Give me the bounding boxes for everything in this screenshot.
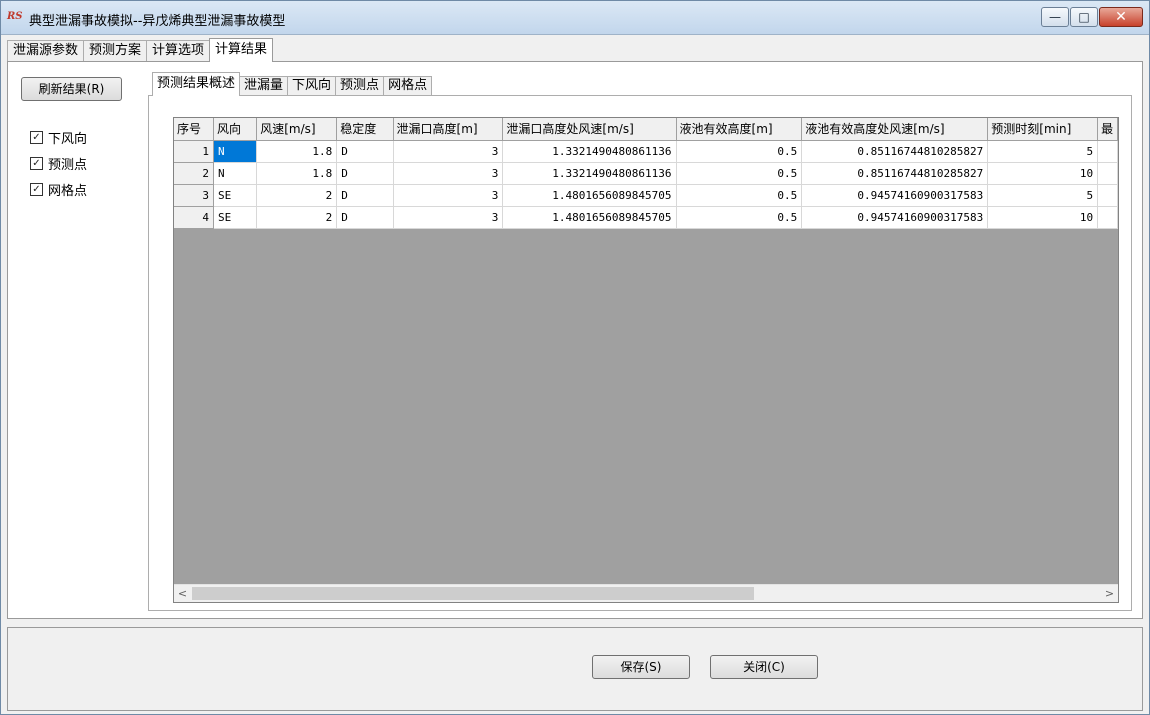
checkbox-checked-icon[interactable]: ✓ (30, 130, 43, 144)
column-header-wind-direction[interactable]: 风向 (213, 118, 258, 141)
column-header-pool-height[interactable]: 液池有效高度[m] (676, 118, 803, 141)
checkbox-label: 下风向 (48, 131, 88, 147)
pool-height-wind-speed-cell[interactable]: 0.85116744810285827 (801, 140, 989, 163)
prediction-time-cell[interactable]: 10 (987, 206, 1099, 229)
truncated-cell[interactable] (1097, 162, 1118, 185)
stability-cell[interactable]: D (336, 140, 394, 163)
results-data-grid[interactable]: 序号 风向 风速[m/s] 稳定度 泄漏口高度[m] 泄漏口高度处风速[m/s]… (173, 117, 1119, 603)
leak-height-wind-speed-cell[interactable]: 1.4801656089845705 (502, 184, 677, 207)
pool-height-wind-speed-cell[interactable]: 0.85116744810285827 (801, 162, 989, 185)
prediction-time-cell[interactable]: 5 (987, 184, 1099, 207)
pool-height-wind-speed-cell[interactable]: 0.94574160900317583 (801, 184, 989, 207)
leak-height-cell[interactable]: 3 (393, 162, 504, 185)
checkbox-prediction-points[interactable]: ✓ 预测点 (30, 150, 87, 176)
window-title: 典型泄漏事故模拟--异戊烯典型泄漏事故模型 (29, 14, 286, 29)
prediction-time-cell[interactable]: 5 (987, 140, 1099, 163)
row-index-cell[interactable]: 3 (174, 184, 214, 207)
column-header-leak-height[interactable]: 泄漏口高度[m] (393, 118, 504, 141)
maximize-icon: □ (1078, 10, 1090, 24)
column-header-index[interactable]: 序号 (174, 118, 214, 141)
close-icon: ✕ (1115, 9, 1127, 25)
stability-cell[interactable]: D (336, 162, 394, 185)
truncated-cell[interactable] (1097, 184, 1118, 207)
leak-height-wind-speed-cell[interactable]: 1.3321490480861136 (502, 140, 677, 163)
footer-panel: 保存(S) 关闭(C) (7, 627, 1143, 711)
checkbox-checked-icon[interactable]: ✓ (30, 156, 43, 170)
overview-panel: 序号 风向 风速[m/s] 稳定度 泄漏口高度[m] 泄漏口高度处风速[m/s]… (148, 95, 1132, 611)
checkbox-downwind[interactable]: ✓ 下风向 (30, 124, 87, 150)
stability-cell[interactable]: D (336, 206, 394, 229)
checkbox-grid-points[interactable]: ✓ 网格点 (30, 176, 87, 202)
pool-height-cell[interactable]: 0.5 (676, 184, 803, 207)
row-index-cell[interactable]: 1 (174, 140, 214, 163)
row-index-cell[interactable]: 4 (174, 206, 214, 229)
truncated-cell[interactable] (1097, 206, 1118, 229)
checkbox-checked-icon[interactable]: ✓ (30, 182, 43, 196)
pool-height-wind-speed-cell[interactable]: 0.94574160900317583 (801, 206, 989, 229)
column-header-stability[interactable]: 稳定度 (336, 118, 394, 141)
minimize-icon: — (1049, 10, 1061, 24)
maximize-button[interactable]: □ (1070, 7, 1098, 27)
wind-speed-cell[interactable]: 1.8 (256, 162, 338, 185)
scrollbar-thumb[interactable] (192, 587, 754, 600)
tab-result-overview[interactable]: 预测结果概述 (152, 72, 241, 96)
results-panel: 刷新结果(R) ✓ 下风向 ✓ 预测点 ✓ 网格点 预测结果概述 泄漏量 下风向… (7, 61, 1143, 619)
truncated-cell[interactable] (1097, 140, 1118, 163)
stability-cell[interactable]: D (336, 184, 394, 207)
tab-calc-options[interactable]: 计算选项 (146, 40, 211, 62)
pool-height-cell[interactable]: 0.5 (676, 140, 803, 163)
column-header-pool-height-wind-speed[interactable]: 液池有效高度处风速[m/s] (801, 118, 989, 141)
close-window-button[interactable]: ✕ (1099, 7, 1143, 27)
results-table: 序号 风向 风速[m/s] 稳定度 泄漏口高度[m] 泄漏口高度处风速[m/s]… (174, 118, 1118, 229)
title-bar[interactable]: RS 典型泄漏事故模拟--异戊烯典型泄漏事故模型 — □ ✕ (1, 1, 1149, 35)
tab-grid-points[interactable]: 网格点 (383, 76, 433, 96)
main-tab-bar: 泄漏源参数 预测方案 计算选项 计算结果 (7, 38, 274, 62)
wind-direction-cell[interactable]: N (213, 162, 258, 185)
app-window: RS 典型泄漏事故模拟--异戊烯典型泄漏事故模型 — □ ✕ 泄漏源参数 预测方… (0, 0, 1150, 715)
prediction-time-cell[interactable]: 10 (987, 162, 1099, 185)
table-row[interactable]: 1 N 1.8 D 3 1.3321490480861136 0.5 0.851… (174, 140, 1118, 163)
scroll-left-icon[interactable]: < (174, 585, 191, 602)
result-filter-checkboxes: ✓ 下风向 ✓ 预测点 ✓ 网格点 (30, 124, 87, 202)
pool-height-cell[interactable]: 0.5 (676, 162, 803, 185)
tab-downwind[interactable]: 下风向 (287, 76, 337, 96)
refresh-results-button[interactable]: 刷新结果(R) (21, 77, 122, 101)
horizontal-scrollbar[interactable]: < > (174, 584, 1118, 602)
row-index-cell[interactable]: 2 (174, 162, 214, 185)
checkbox-label: 网格点 (48, 183, 88, 199)
leak-height-cell[interactable]: 3 (393, 140, 504, 163)
tab-calc-results[interactable]: 计算结果 (209, 38, 274, 62)
window-controls: — □ ✕ (1040, 7, 1143, 27)
table-row[interactable]: 3 SE 2 D 3 1.4801656089845705 0.5 0.9457… (174, 184, 1118, 207)
table-row[interactable]: 4 SE 2 D 3 1.4801656089845705 0.5 0.9457… (174, 206, 1118, 229)
column-header-leak-height-wind-speed[interactable]: 泄漏口高度处风速[m/s] (502, 118, 677, 141)
leak-height-cell[interactable]: 3 (393, 206, 504, 229)
tab-leak-amount[interactable]: 泄漏量 (239, 76, 289, 96)
result-tab-bar: 预测结果概述 泄漏量 下风向 预测点 网格点 (152, 72, 433, 96)
wind-direction-cell[interactable]: SE (213, 184, 258, 207)
checkbox-label: 预测点 (48, 157, 88, 173)
wind-speed-cell[interactable]: 1.8 (256, 140, 338, 163)
column-header-truncated[interactable]: 最 (1097, 118, 1118, 141)
table-row[interactable]: 2 N 1.8 D 3 1.3321490480861136 0.5 0.851… (174, 162, 1118, 185)
tab-prediction-scheme[interactable]: 预测方案 (83, 40, 148, 62)
column-header-prediction-time[interactable]: 预测时刻[min] (987, 118, 1099, 141)
wind-speed-cell[interactable]: 2 (256, 184, 338, 207)
wind-direction-cell[interactable]: N (213, 140, 258, 163)
leak-height-wind-speed-cell[interactable]: 1.3321490480861136 (502, 162, 677, 185)
app-logo-icon: RS (7, 11, 23, 22)
minimize-button[interactable]: — (1041, 7, 1069, 27)
tab-prediction-points[interactable]: 预测点 (335, 76, 385, 96)
save-button[interactable]: 保存(S) (592, 655, 690, 679)
tab-leak-source-params[interactable]: 泄漏源参数 (7, 40, 85, 62)
wind-direction-cell[interactable]: SE (213, 206, 258, 229)
close-button[interactable]: 关闭(C) (710, 655, 818, 679)
leak-height-cell[interactable]: 3 (393, 184, 504, 207)
table-header-row: 序号 风向 风速[m/s] 稳定度 泄漏口高度[m] 泄漏口高度处风速[m/s]… (174, 118, 1118, 141)
scroll-right-icon[interactable]: > (1101, 585, 1118, 602)
pool-height-cell[interactable]: 0.5 (676, 206, 803, 229)
leak-height-wind-speed-cell[interactable]: 1.4801656089845705 (502, 206, 677, 229)
column-header-wind-speed[interactable]: 风速[m/s] (256, 118, 338, 141)
wind-speed-cell[interactable]: 2 (256, 206, 338, 229)
